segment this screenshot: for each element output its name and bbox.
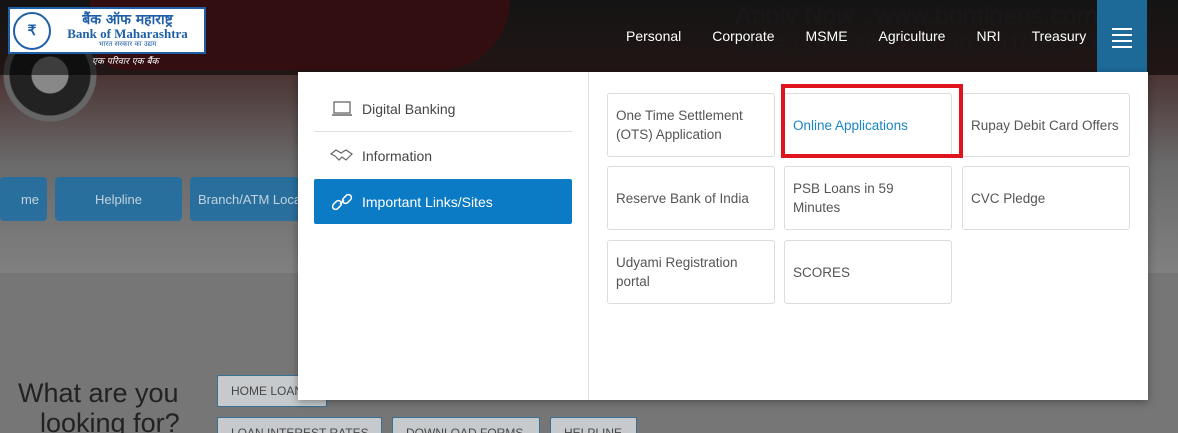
card-scores[interactable]: SCORES [784,240,952,304]
brand-tagline: एक परिवार एक बैंक [92,57,159,67]
important-links-dropdown: Digital Banking Information Important Li… [298,72,1148,400]
highlight-box [781,84,963,158]
side-item-digital-banking[interactable]: Digital Banking [314,87,572,132]
side-item-label: Important Links/Sites [362,193,493,210]
tag-loan-interest-rates[interactable]: LOAN INTEREST RATES [217,417,382,433]
logo-text: बैंक ऑफ महाराष्ट्र Bank of Maharashtra भ… [51,11,204,49]
quick-link-partial[interactable]: me [0,177,47,221]
handshake-icon [330,147,354,165]
logo-english-name: Bank of Maharashtra [67,26,188,42]
looking-line-2: looking for? [40,408,180,433]
nav-msme[interactable]: MSME [806,28,848,44]
promo-line-1: Apply Now : www.bomloans.com [735,2,1098,30]
looking-for-heading: What are you looking for? [18,378,180,433]
nav-personal[interactable]: Personal [626,28,681,44]
looking-line-1: What are you [18,378,179,408]
card-psb-loans[interactable]: PSB Loans in 59 Minutes [784,166,952,230]
main-nav: Personal Corporate MSME Agriculture NRI … [626,28,1086,44]
quick-link-helpline[interactable]: Helpline [55,177,182,221]
card-cvc-pledge[interactable]: CVC Pledge [962,166,1130,230]
hamburger-line [1112,27,1132,30]
nav-nri[interactable]: NRI [976,28,1000,44]
card-udyami-registration[interactable]: Udyami Registration portal [607,240,775,304]
hamburger-line [1112,33,1132,36]
side-item-label: Information [362,147,433,164]
hamburger-line [1112,45,1132,48]
logo-hindi-name: बैंक ऑफ महाराष्ट्र [82,11,173,28]
logo-hindi-sub: भारत सरकार का उद्यम [98,39,157,48]
nav-corporate[interactable]: Corporate [712,28,774,44]
top-header: ₹ बैंक ऑफ महाराष्ट्र Bank of Maharashtra… [0,0,1178,75]
card-reserve-bank[interactable]: Reserve Bank of India [607,166,775,230]
side-item-information[interactable]: Information [314,133,572,178]
tag-download-forms[interactable]: DOWNLOAD FORMS [392,417,540,433]
link-icon [330,193,354,211]
bank-logo[interactable]: ₹ बैंक ऑफ महाराष्ट्र Bank of Maharashtra… [8,7,206,54]
quick-link-branch-atm[interactable]: Branch/ATM Locator [190,177,300,221]
laptop-icon [330,100,354,118]
tag-helpline[interactable]: HELPLINE [550,417,637,433]
side-item-label: Digital Banking [362,101,456,117]
nav-agriculture[interactable]: Agriculture [879,28,946,44]
hamburger-menu-icon[interactable] [1097,0,1147,75]
hamburger-line [1112,39,1132,42]
card-rupay-debit-offers[interactable]: Rupay Debit Card Offers [962,93,1130,157]
nav-treasury[interactable]: Treasury [1032,28,1087,44]
side-item-important-links[interactable]: Important Links/Sites [314,179,572,224]
bank-emblem-icon: ₹ [13,11,51,50]
panel-divider [588,72,589,400]
card-ots-application[interactable]: One Time Settlement (OTS) Application [607,93,775,157]
